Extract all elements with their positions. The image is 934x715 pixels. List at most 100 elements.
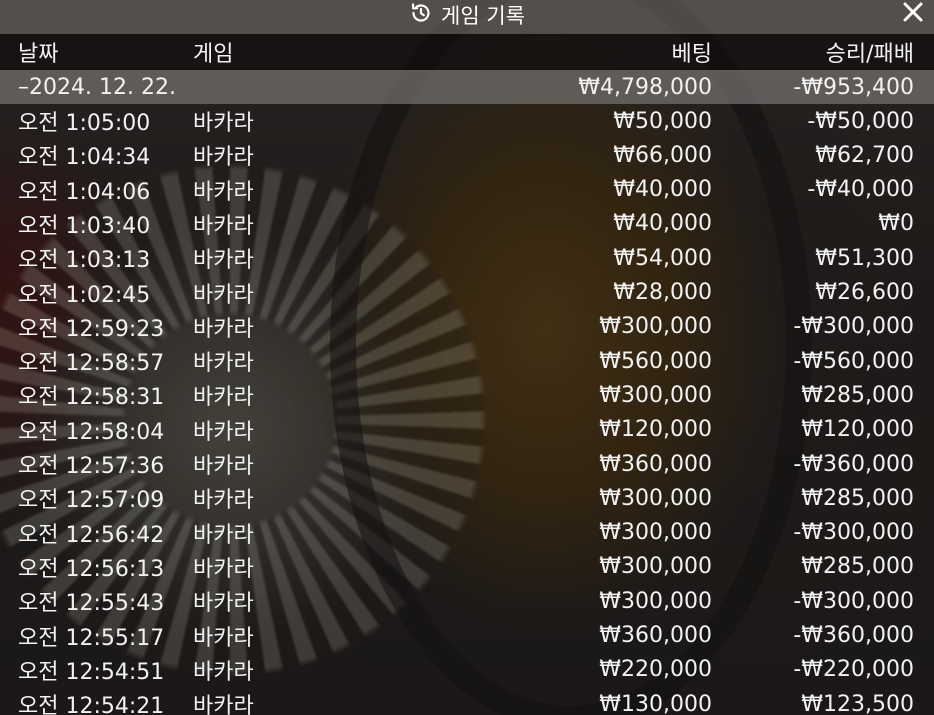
table-row[interactable]: 오전 12:56:13 바카라 ₩300,000 ₩285,000 xyxy=(0,550,934,584)
row-result: ₩0 xyxy=(878,211,914,237)
row-result: -₩50,000 xyxy=(807,108,914,134)
row-bet: ₩40,000 xyxy=(613,177,712,203)
row-time: 오전 1:03:13 xyxy=(18,248,151,274)
table-row[interactable]: 오전 12:58:57 바카라 ₩560,000 -₩560,000 xyxy=(0,344,934,378)
row-game: 바카라 xyxy=(193,213,254,239)
group-date: –2024. 12. 22. xyxy=(18,74,176,100)
table-row[interactable]: 오전 12:55:43 바카라 ₩300,000 -₩300,000 xyxy=(0,584,934,618)
table-row[interactable]: 오전 1:03:40 바카라 ₩40,000 ₩0 xyxy=(0,207,934,241)
table-row[interactable]: 오전 12:56:42 바카라 ₩300,000 -₩300,000 xyxy=(0,516,934,550)
table-row[interactable]: 오전 1:04:34 바카라 ₩66,000 ₩62,700 xyxy=(0,138,934,172)
row-time: 오전 1:05:00 xyxy=(18,111,151,136)
row-game: 바카라 xyxy=(193,625,254,651)
row-bet: ₩130,000 xyxy=(599,691,712,715)
row-result: ₩51,300 xyxy=(815,245,914,271)
row-game: 바카라 xyxy=(193,282,254,308)
row-game: 바카라 xyxy=(193,419,254,445)
row-time: 오전 12:58:31 xyxy=(18,385,165,411)
row-bet: ₩360,000 xyxy=(599,623,712,648)
row-bet: ₩300,000 xyxy=(599,485,712,511)
row-result: ₩285,000 xyxy=(801,554,914,580)
row-result: ₩285,000 xyxy=(801,382,914,408)
row-time: 오전 12:57:09 xyxy=(18,488,165,514)
row-result: ₩123,500 xyxy=(801,691,914,715)
close-icon xyxy=(901,0,925,28)
row-bet: ₩66,000 xyxy=(613,142,712,168)
row-bet: ₩300,000 xyxy=(599,520,712,546)
dialog-title: 게임 기록 xyxy=(0,0,934,30)
row-time: 오전 12:55:17 xyxy=(18,625,165,651)
row-bet: ₩54,000 xyxy=(613,245,712,271)
group-total-result: -₩953,400 xyxy=(793,74,914,100)
row-time: 오전 12:59:23 xyxy=(18,316,165,342)
row-game: 바카라 xyxy=(193,488,254,514)
row-bet: ₩40,000 xyxy=(613,211,712,237)
row-game: 바카라 xyxy=(193,591,254,617)
row-bet: ₩300,000 xyxy=(599,588,712,614)
table-row[interactable]: 오전 12:54:21 바카라 ₩130,000 ₩123,500 xyxy=(0,687,934,715)
row-bet: ₩360,000 xyxy=(599,451,712,477)
row-time: 오전 12:58:57 xyxy=(18,351,165,377)
close-button[interactable] xyxy=(898,0,928,28)
row-result: -₩300,000 xyxy=(793,314,914,340)
table-row[interactable]: 오전 12:54:51 바카라 ₩220,000 -₩220,000 xyxy=(0,653,934,687)
table-row[interactable]: 오전 1:03:13 바카라 ₩54,000 ₩51,300 xyxy=(0,241,934,275)
row-time: 오전 12:56:13 xyxy=(18,556,165,582)
row-game: 바카라 xyxy=(193,454,254,479)
row-game: 바카라 xyxy=(193,659,254,685)
row-game: 바카라 xyxy=(193,179,254,205)
row-time: 오전 12:56:42 xyxy=(18,522,165,548)
row-game: 바카라 xyxy=(193,351,254,377)
row-bet: ₩50,000 xyxy=(613,108,712,134)
row-result: -₩360,000 xyxy=(793,451,914,477)
row-game: 바카라 xyxy=(193,248,254,274)
row-bet: ₩560,000 xyxy=(599,348,712,374)
row-result: ₩285,000 xyxy=(801,485,914,511)
group-total-bet: ₩4,798,000 xyxy=(578,74,712,100)
table-row[interactable]: 오전 1:04:06 바카라 ₩40,000 -₩40,000 xyxy=(0,173,934,207)
table-row[interactable]: 오전 12:57:09 바카라 ₩300,000 ₩285,000 xyxy=(0,481,934,515)
table-row[interactable]: 오전 12:57:36 바카라 ₩360,000 -₩360,000 xyxy=(0,447,934,481)
game-history-panel: 게임 기록 날짜 게임 베팅 승리/패배 –2024. 12. 22. ₩4,7… xyxy=(0,0,934,715)
row-game: 바카라 xyxy=(193,111,254,136)
row-result: -₩300,000 xyxy=(793,520,914,546)
table-row[interactable]: 오전 12:55:17 바카라 ₩360,000 -₩360,000 xyxy=(0,619,934,653)
table-header: 날짜 게임 베팅 승리/패배 xyxy=(0,34,934,70)
title-bar: 게임 기록 xyxy=(0,0,934,34)
table-row[interactable]: 오전 12:58:31 바카라 ₩300,000 ₩285,000 xyxy=(0,378,934,412)
row-time: 오전 1:03:40 xyxy=(18,213,151,239)
row-result: -₩300,000 xyxy=(793,588,914,614)
row-game: 바카라 xyxy=(193,316,254,342)
row-result: -₩360,000 xyxy=(793,623,914,648)
row-time: 오전 12:55:43 xyxy=(18,591,165,617)
row-game: 바카라 xyxy=(193,694,254,715)
table-row[interactable]: 오전 1:05:00 바카라 ₩50,000 -₩50,000 xyxy=(0,104,934,138)
column-header-result[interactable]: 승리/패배 xyxy=(826,34,914,70)
history-icon xyxy=(409,1,433,30)
row-bet: ₩300,000 xyxy=(599,382,712,408)
date-group-row[interactable]: –2024. 12. 22. ₩4,798,000 -₩953,400 xyxy=(0,70,934,104)
row-bet: ₩300,000 xyxy=(599,554,712,580)
row-result: ₩120,000 xyxy=(801,417,914,443)
table-row[interactable]: 오전 12:58:04 바카라 ₩120,000 ₩120,000 xyxy=(0,413,934,447)
row-time: 오전 12:54:21 xyxy=(18,694,165,715)
game-history-screen: 게임 기록 날짜 게임 베팅 승리/패배 –2024. 12. 22. ₩4,7… xyxy=(0,0,934,715)
table-row[interactable]: 오전 1:02:45 바카라 ₩28,000 ₩26,600 xyxy=(0,276,934,310)
row-result: -₩220,000 xyxy=(793,657,914,683)
row-result: -₩560,000 xyxy=(793,348,914,374)
row-game: 바카라 xyxy=(193,145,254,171)
row-time: 오전 12:58:04 xyxy=(18,419,165,445)
table-row[interactable]: 오전 12:59:23 바카라 ₩300,000 -₩300,000 xyxy=(0,310,934,344)
row-time: 오전 1:02:45 xyxy=(18,282,151,308)
column-header-bet[interactable]: 베팅 xyxy=(672,34,712,70)
row-time: 오전 1:04:06 xyxy=(18,179,151,205)
row-time: 오전 1:04:34 xyxy=(18,145,151,171)
row-bet: ₩28,000 xyxy=(613,280,712,305)
row-result: -₩40,000 xyxy=(807,177,914,203)
column-header-date[interactable]: 날짜 xyxy=(18,34,58,70)
row-game: 바카라 xyxy=(193,556,254,582)
column-header-game[interactable]: 게임 xyxy=(193,34,233,70)
row-bet: ₩120,000 xyxy=(599,417,712,443)
row-game: 바카라 xyxy=(193,385,254,411)
row-bet: ₩300,000 xyxy=(599,314,712,340)
